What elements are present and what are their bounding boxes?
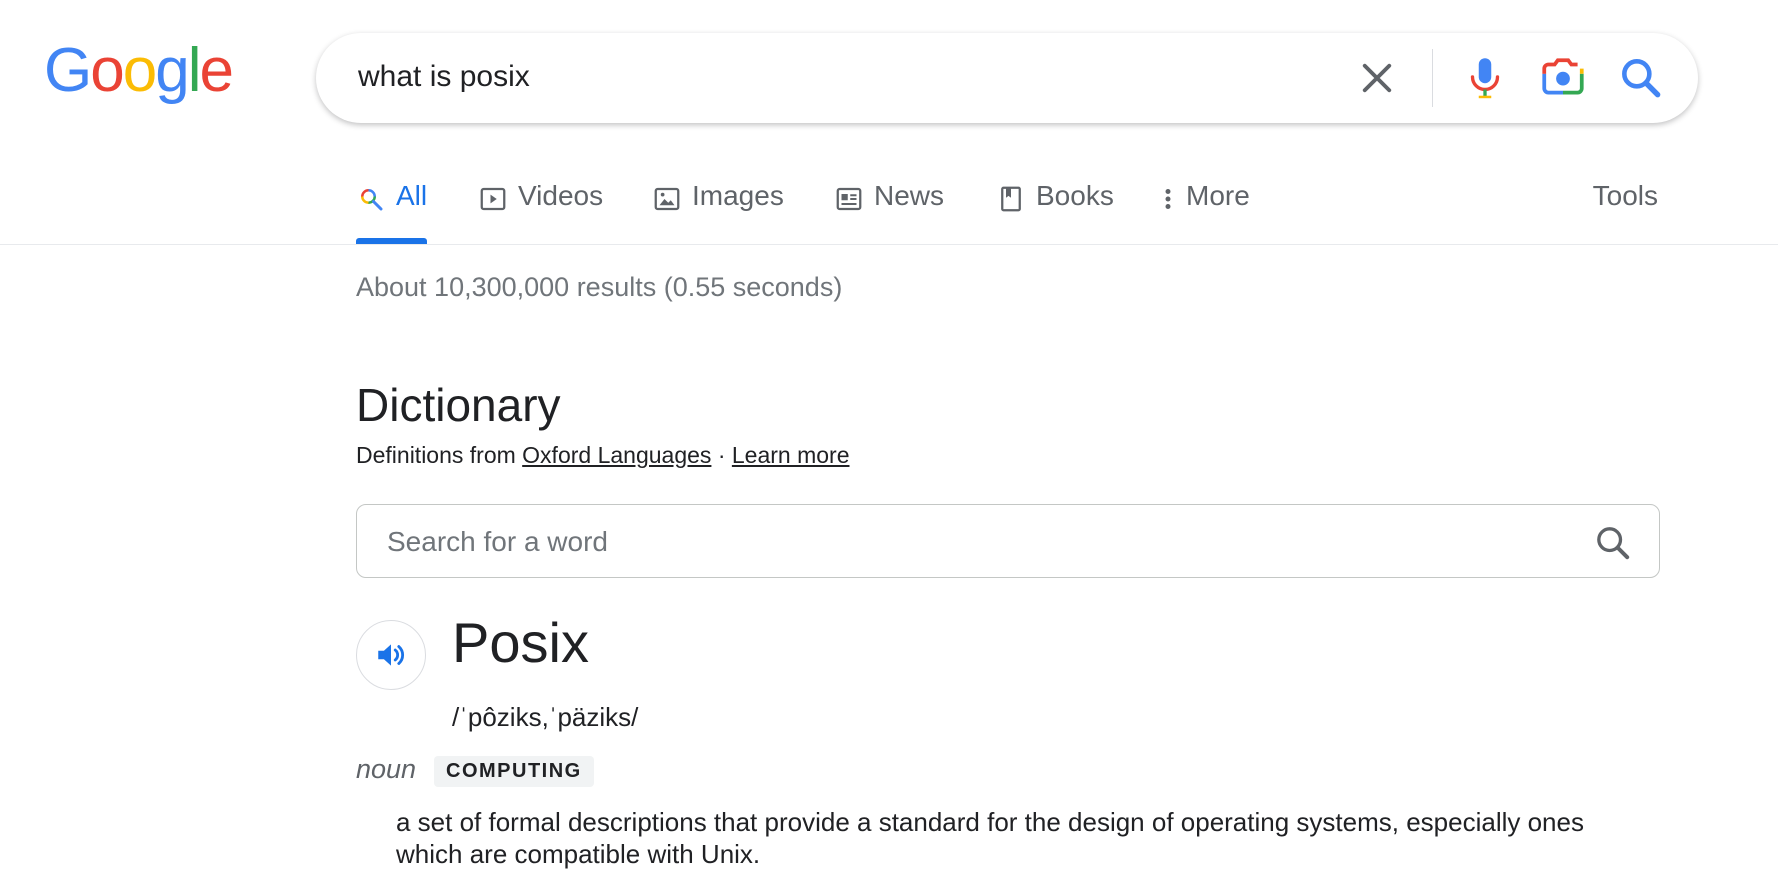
definition-text: a set of formal descriptions that provid… (396, 807, 1584, 869)
tab-more[interactable]: More (1160, 180, 1250, 244)
search-icon[interactable] (1616, 53, 1666, 103)
speaker-icon (378, 644, 404, 666)
close-icon[interactable] (1356, 57, 1398, 99)
tools-button[interactable]: Tools (1593, 180, 1658, 212)
search-bar[interactable]: what is posix (316, 33, 1698, 123)
dictionary-title: Dictionary (356, 379, 561, 431)
tab-label: Images (692, 180, 784, 211)
tab-books[interactable]: Books (996, 180, 1114, 244)
news-icon (836, 187, 862, 211)
tab-images[interactable]: Images (652, 180, 784, 244)
book-icon (1001, 186, 1021, 212)
multicolor-search-icon (361, 189, 383, 211)
phonetic-spelling: /ˈpôziks,ˈpäziks/ (452, 702, 639, 732)
dictionary-source: Definitions from Oxford Languages · Lear… (356, 442, 850, 469)
word-search-input[interactable] (385, 521, 1569, 563)
play-icon (480, 187, 506, 211)
google-logo[interactable]: Google (44, 36, 234, 105)
result-stats: About 10,300,000 results (0.55 seconds) (356, 272, 843, 302)
camera-lens-icon[interactable] (1538, 53, 1588, 103)
headword: Posix (452, 611, 589, 674)
oxford-languages-link[interactable]: Oxford Languages (522, 442, 711, 468)
microphone-icon[interactable] (1460, 53, 1510, 103)
pronunciation-button[interactable] (356, 620, 426, 690)
tab-label: Books (1036, 180, 1114, 211)
logo-letter: l (187, 36, 202, 105)
logo-letter: g (155, 36, 190, 105)
tab-label: News (874, 180, 945, 211)
search-input[interactable]: what is posix (358, 60, 530, 94)
logo-letter: o (122, 36, 158, 105)
search-tabs: All Videos Images News Books More Tools (0, 150, 1778, 245)
subject-label: COMPUTING (434, 756, 594, 787)
logo-letter: e (199, 36, 234, 105)
tab-all[interactable]: All (356, 180, 428, 244)
search-bar-divider (1432, 49, 1433, 107)
tab-label: More (1186, 180, 1250, 211)
tab-videos[interactable]: Videos (478, 180, 603, 244)
search-icon[interactable] (1593, 523, 1633, 563)
separator: · (717, 442, 726, 468)
word-search-box[interactable] (356, 504, 1660, 578)
tab-news[interactable]: News (834, 180, 944, 244)
image-icon (654, 187, 680, 211)
tab-label: All (396, 180, 428, 211)
logo-letter: o (90, 36, 125, 105)
part-of-speech: noun (356, 754, 417, 784)
learn-more-link[interactable]: Learn more (732, 442, 850, 468)
source-prefix: Definitions from (356, 442, 516, 468)
logo-letter: G (44, 36, 92, 105)
more-vert-icon (1165, 189, 1171, 209)
tab-label: Videos (518, 180, 604, 211)
